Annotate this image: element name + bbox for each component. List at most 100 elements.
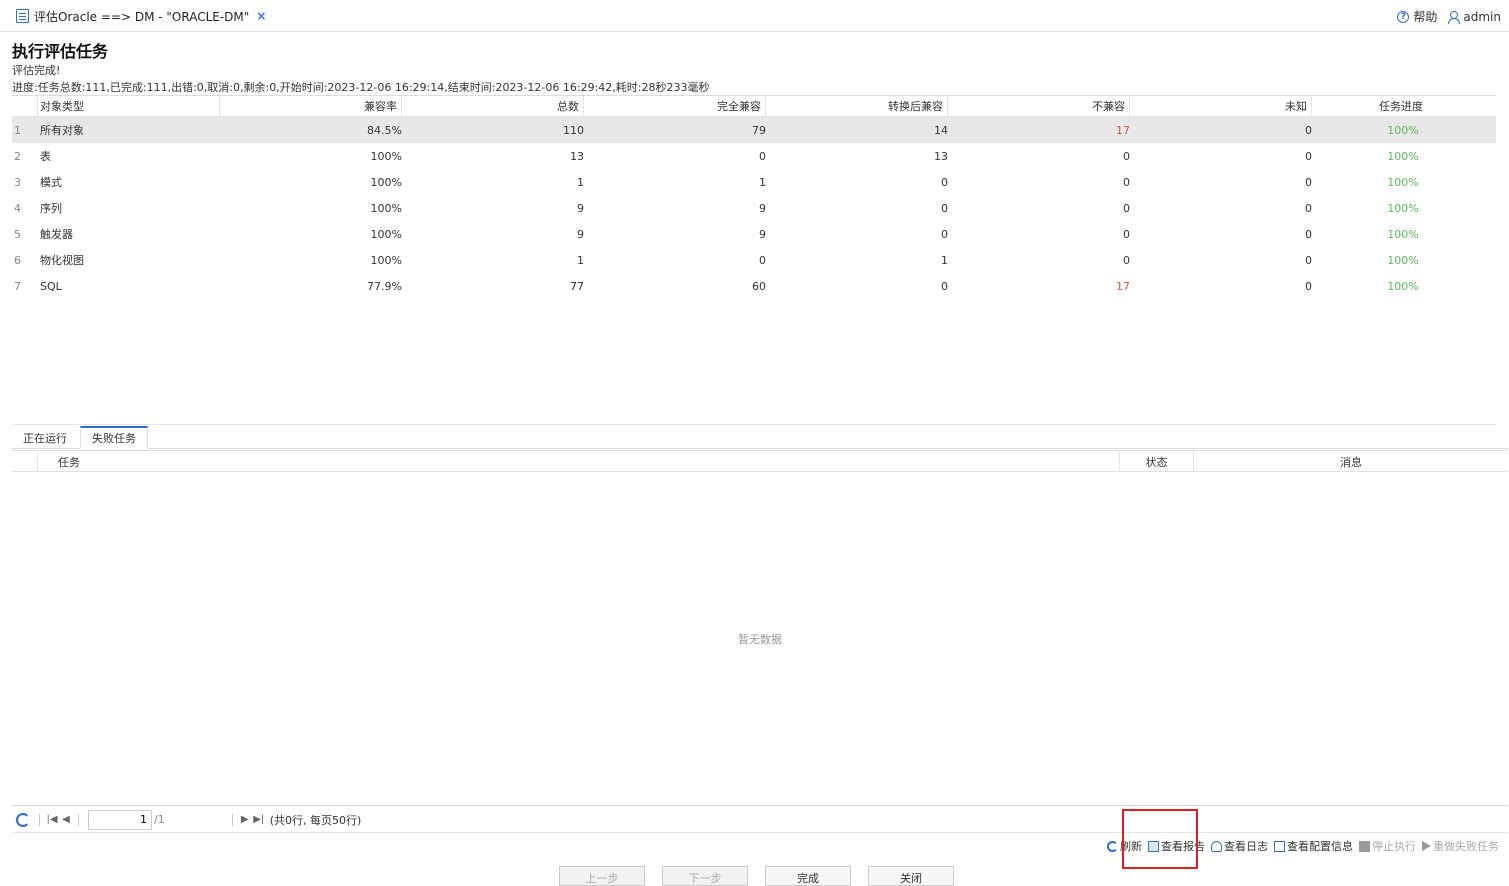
- top-right-menu: ? 帮助 admin: [1397, 8, 1501, 25]
- row-progress: 100%: [1387, 253, 1419, 267]
- row-index: 6: [14, 253, 21, 267]
- row-progress: 100%: [1387, 149, 1419, 163]
- pager-info: (共0行, 每页50行): [269, 813, 362, 827]
- row-progress: 100%: [1387, 227, 1419, 241]
- wizard-buttons: 上一步 下一步 完成 关闭: [559, 866, 954, 886]
- row-unknown: 0: [1305, 227, 1312, 241]
- row-rate: 100%: [370, 149, 402, 163]
- help-label: 帮助: [1413, 10, 1438, 24]
- col-full[interactable]: 完全兼容: [584, 96, 766, 116]
- row-incompatible: 17: [1116, 279, 1130, 293]
- row-total: 9: [577, 201, 584, 215]
- stop-button[interactable]: 停止执行: [1359, 838, 1416, 854]
- table-row[interactable]: 7 SQL 77.9% 77 60 0 17 0 100%: [12, 273, 1496, 299]
- log-icon: [1211, 840, 1222, 852]
- page-input[interactable]: [88, 809, 152, 830]
- row-total: 9: [577, 227, 584, 241]
- view-report-button[interactable]: 查看报告: [1148, 838, 1205, 854]
- summary-header: 对象类型 兼容率 总数 完全兼容 转换后兼容 不兼容 未知 任务进度: [12, 96, 1496, 117]
- failed-grid-header: 任务 状态 消息: [12, 451, 1508, 472]
- col-progress[interactable]: 任务进度: [1312, 96, 1494, 116]
- first-page-icon[interactable]: |◀: [45, 807, 59, 833]
- user-name: admin: [1463, 9, 1501, 24]
- row-index: 2: [14, 149, 21, 163]
- row-index: 7: [14, 279, 21, 293]
- table-row[interactable]: 4 序列 100% 9 9 0 0 0 100%: [12, 195, 1496, 221]
- tab-failed[interactable]: 失败任务: [80, 426, 148, 449]
- refresh-button[interactable]: 刷新: [1107, 838, 1142, 854]
- row-index: 4: [14, 201, 21, 215]
- table-row[interactable]: 1 所有对象 84.5% 110 79 14 17 0 100%: [12, 117, 1496, 143]
- row-unknown: 0: [1305, 279, 1312, 293]
- row-total: 13: [570, 149, 584, 163]
- row-full: 0: [759, 149, 766, 163]
- row-unknown: 0: [1305, 201, 1312, 215]
- view-config-button[interactable]: 查看配置信息: [1274, 838, 1353, 854]
- row-rate: 100%: [370, 175, 402, 189]
- next-step-button[interactable]: 下一步: [662, 866, 748, 886]
- row-progress: 100%: [1387, 279, 1419, 293]
- tab-assess-oracle-dm[interactable]: 评估Oracle ==> DM - "ORACLE-DM" ×: [10, 4, 272, 28]
- row-converted: 0: [941, 227, 948, 241]
- help-link[interactable]: ? 帮助: [1397, 8, 1437, 25]
- redo-failed-button[interactable]: 重做失败任务: [1422, 838, 1499, 854]
- refresh-label: 刷新: [1120, 840, 1142, 853]
- row-unknown: 0: [1305, 149, 1312, 163]
- document-icon: [16, 9, 29, 23]
- col-converted[interactable]: 转换后兼容: [766, 96, 948, 116]
- status-text: 评估完成!: [12, 64, 61, 77]
- row-rate: 100%: [370, 201, 402, 215]
- table-row[interactable]: 2 表 100% 13 0 13 0 0 100%: [12, 143, 1496, 169]
- row-progress: 100%: [1387, 175, 1419, 189]
- col-index: [12, 96, 38, 116]
- row-converted: 1: [941, 253, 948, 267]
- refresh-icon[interactable]: [16, 812, 30, 827]
- row-converted: 0: [941, 175, 948, 189]
- row-type: 所有对象: [40, 124, 84, 137]
- table-row[interactable]: 6 物化视图 100% 1 0 1 0 0 100%: [12, 247, 1496, 273]
- col-message[interactable]: 消息: [1194, 451, 1508, 472]
- divider: [78, 813, 79, 826]
- row-index: 5: [14, 227, 21, 241]
- row-converted: 14: [934, 123, 948, 137]
- col-rate[interactable]: 兼容率: [220, 96, 402, 116]
- table-row[interactable]: 3 模式 100% 1 1 0 0 0 100%: [12, 169, 1496, 195]
- page-title: 执行评估任务: [12, 42, 109, 61]
- finish-button[interactable]: 完成: [765, 866, 851, 886]
- close-button[interactable]: 关闭: [868, 866, 954, 886]
- col-unknown[interactable]: 未知: [1130, 96, 1312, 116]
- row-index: 1: [14, 123, 21, 137]
- user-menu[interactable]: admin: [1447, 10, 1501, 24]
- row-converted: 13: [934, 149, 948, 163]
- row-incompatible: 0: [1123, 201, 1130, 215]
- row-total: 1: [577, 175, 584, 189]
- close-icon[interactable]: ×: [256, 9, 266, 23]
- row-unknown: 0: [1305, 123, 1312, 137]
- report-icon: [1148, 840, 1159, 852]
- view-report-label: 查看报告: [1161, 840, 1205, 853]
- tab-running[interactable]: 正在运行: [12, 426, 78, 449]
- row-rate: 100%: [370, 227, 402, 241]
- prev-page-icon[interactable]: ◀: [59, 807, 73, 833]
- col-task[interactable]: 任务: [38, 451, 1120, 472]
- row-converted: 0: [941, 201, 948, 215]
- col-total[interactable]: 总数: [402, 96, 584, 116]
- view-log-button[interactable]: 查看日志: [1211, 838, 1268, 854]
- row-unknown: 0: [1305, 175, 1312, 189]
- empty-message: 暂无数据: [738, 633, 782, 646]
- row-progress: 100%: [1387, 201, 1419, 215]
- row-full: 60: [752, 279, 766, 293]
- next-page-icon[interactable]: ▶: [238, 807, 252, 833]
- prev-step-button[interactable]: 上一步: [559, 866, 645, 886]
- col-type[interactable]: 对象类型: [38, 96, 220, 116]
- row-type: SQL: [40, 279, 62, 293]
- tab-title: 评估Oracle ==> DM - "ORACLE-DM": [34, 9, 250, 24]
- table-row[interactable]: 5 触发器 100% 9 9 0 0 0 100%: [12, 221, 1496, 247]
- row-full: 9: [759, 201, 766, 215]
- row-rate: 100%: [370, 253, 402, 267]
- stop-label: 停止执行: [1372, 840, 1416, 853]
- col-incompatible[interactable]: 不兼容: [948, 96, 1130, 116]
- col-state[interactable]: 状态: [1120, 451, 1194, 472]
- row-incompatible: 17: [1116, 123, 1130, 137]
- last-page-icon[interactable]: ▶|: [252, 807, 266, 833]
